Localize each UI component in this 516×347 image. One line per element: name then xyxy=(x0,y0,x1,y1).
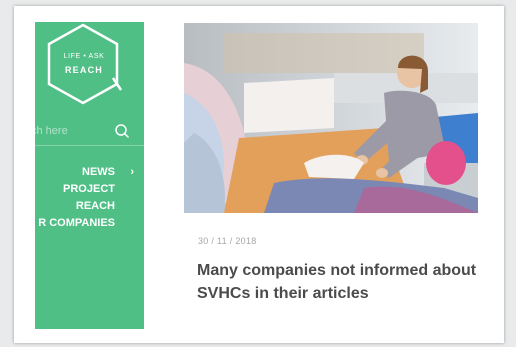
article-date: 30 / 11 / 2018 xyxy=(198,236,257,246)
search-input[interactable]: ch here xyxy=(35,125,68,137)
nav-item-project[interactable]: PROJECT xyxy=(35,181,144,198)
sidebar: LIFE • ASK REACH ch here NEWS › PROJECT … xyxy=(35,22,144,329)
nav-item-reach[interactable]: REACH xyxy=(35,198,144,215)
nav-item-news-label: NEWS xyxy=(82,166,115,178)
nav-item-companies[interactable]: R COMPANIES xyxy=(35,215,144,232)
logo-wordmark: REACH xyxy=(64,65,103,75)
article-photo xyxy=(184,23,478,213)
nav-item-project-label: PROJECT xyxy=(63,183,115,195)
search-icon[interactable] xyxy=(114,123,130,139)
logo-tagline: LIFE • ASK xyxy=(63,53,105,60)
page-frame: LIFE • ASK REACH ch here NEWS › PROJECT … xyxy=(14,6,504,343)
article-image[interactable] xyxy=(184,23,478,213)
nav-item-news[interactable]: NEWS › xyxy=(35,164,144,181)
life-ask-reach-logo[interactable]: LIFE • ASK REACH xyxy=(41,22,125,108)
sidebar-nav: NEWS › PROJECT REACH R COMPANIES xyxy=(35,164,144,232)
article-title[interactable]: Many companies not informed about SVHCs … xyxy=(197,259,477,305)
nav-item-companies-label: R COMPANIES xyxy=(38,217,115,229)
nav-item-reach-label: REACH xyxy=(75,200,115,212)
search-bar[interactable]: ch here xyxy=(35,119,144,146)
chevron-right-icon[interactable]: › xyxy=(130,164,134,181)
